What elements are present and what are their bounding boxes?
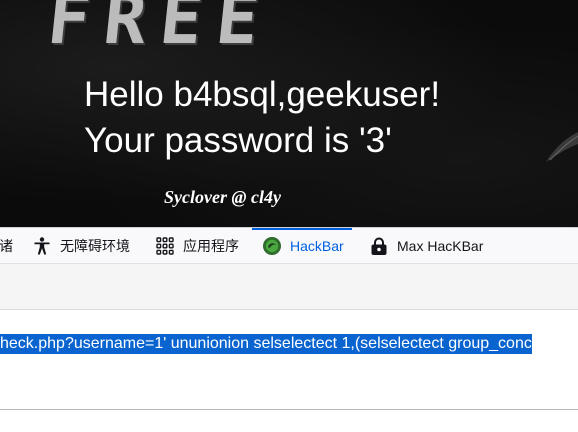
- feather-decoration-icon: [546, 132, 578, 162]
- accessibility-icon: [32, 236, 52, 256]
- tab-accessibility[interactable]: 无障碍环境: [32, 228, 130, 264]
- greeting-message: Hello b4bsql,geekuser! Your password is …: [84, 72, 440, 164]
- hackbar-url-field[interactable]: heck.php?username=1' ununionion selselec…: [0, 322, 578, 410]
- tab-application[interactable]: 应用程序: [155, 228, 239, 264]
- background-word: FREE: [43, 0, 277, 60]
- url-selected-text[interactable]: heck.php?username=1' ununionion selselec…: [0, 334, 532, 354]
- devtools-tab-bar: 诸 无障碍环境 应用程序 HackBar Max HacKBar: [0, 227, 578, 264]
- hackbar-toolbar: [0, 264, 578, 310]
- tab-storage[interactable]: 诸: [0, 228, 13, 264]
- lock-icon: [369, 236, 389, 256]
- tab-max-hackbar[interactable]: Max HacKBar: [369, 228, 483, 264]
- hackbar-icon: [262, 236, 282, 256]
- signature: Syclover @ cl4y: [164, 187, 281, 207]
- tab-label: Max HacKBar: [397, 238, 484, 254]
- tab-label: 诸: [0, 238, 13, 254]
- tab-label: HackBar: [290, 238, 344, 254]
- greeting-line-1: Hello b4bsql,geekuser!: [84, 75, 441, 114]
- webpage-content: FREE Hello b4bsql,geekuser! Your passwor…: [0, 0, 578, 227]
- grid-icon: [155, 236, 175, 256]
- url-text-container: heck.php?username=1' ununionion selselec…: [0, 322, 578, 366]
- tab-label: 无障碍环境: [60, 238, 130, 254]
- tab-hackbar[interactable]: HackBar: [252, 228, 352, 264]
- tab-label: 应用程序: [183, 238, 239, 254]
- greeting-line-2: Your password is '3': [84, 121, 392, 160]
